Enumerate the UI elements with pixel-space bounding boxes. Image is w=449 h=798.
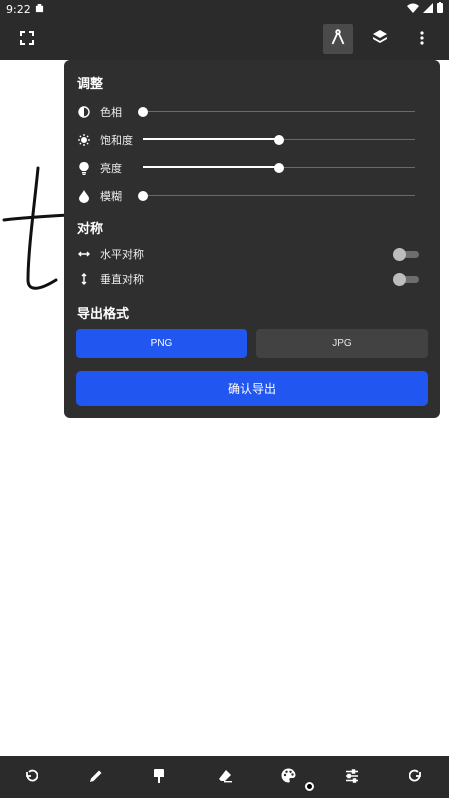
blur-icon: [77, 189, 91, 203]
status-time: 9:22: [6, 2, 31, 16]
slider-row-hue: 色相: [77, 103, 427, 121]
slider-track: [143, 195, 415, 196]
bottom-toolbar: [0, 756, 449, 798]
contrast-icon: [77, 105, 91, 119]
top-app-bar: [0, 18, 449, 60]
symmetry-label: 垂直对称: [100, 273, 144, 286]
eraser-tool-button[interactable]: [215, 767, 235, 787]
brightness-icon: [77, 161, 91, 175]
blur-slider[interactable]: [138, 187, 415, 205]
slider-track: [143, 111, 415, 112]
adjust-settings-button[interactable]: [342, 767, 362, 787]
slider-fill: [143, 138, 279, 140]
confirm-export-button[interactable]: 确认导出: [76, 371, 428, 406]
notification-icon: [35, 3, 44, 16]
slider-thumb[interactable]: [138, 191, 148, 201]
pen-tool-button[interactable]: [86, 767, 106, 787]
signal-icon: [423, 2, 433, 16]
format-jpg-button[interactable]: JPG: [256, 329, 428, 358]
slider-row-blur: 模糊: [77, 187, 427, 205]
horizontal-arrows-icon: [77, 247, 91, 261]
pen-icon: [89, 768, 103, 787]
adjust-section-title: 调整: [77, 77, 104, 92]
wifi-icon: [407, 3, 419, 16]
undo-button[interactable]: [21, 767, 41, 787]
more-vert-icon: [420, 30, 424, 49]
brightness-slider[interactable]: [143, 159, 415, 177]
layers-button[interactable]: [365, 24, 395, 54]
toggle-knob: [393, 248, 406, 261]
status-icons: [407, 2, 443, 16]
slider-thumb[interactable]: [274, 135, 284, 145]
format-png-button[interactable]: PNG: [76, 329, 247, 358]
fullscreen-button[interactable]: [12, 24, 42, 54]
slider-label: 饱和度: [100, 134, 133, 147]
battery-icon: [437, 2, 443, 16]
export-section-title: 导出格式: [77, 307, 130, 322]
adjust-panel: 调整 色相 饱和度 亮度 模糊 对称 水平对称 垂直对称 导出格式 PNG JP…: [64, 60, 440, 418]
more-options-button[interactable]: [407, 24, 437, 54]
vertical-arrows-icon: [77, 272, 91, 286]
redo-icon: [408, 768, 423, 787]
saturation-slider[interactable]: [143, 131, 415, 149]
slider-label: 亮度: [100, 162, 122, 175]
slider-row-brightness: 亮度: [77, 159, 427, 177]
hue-slider[interactable]: [138, 103, 415, 121]
compass-icon: [331, 29, 345, 49]
palette-icon: [281, 768, 296, 787]
saturation-icon: [77, 133, 91, 147]
compass-tool-button[interactable]: [323, 24, 353, 54]
toggle-knob: [393, 273, 406, 286]
layers-icon: [372, 29, 388, 49]
undo-icon: [24, 768, 39, 787]
symmetry-row-vertical: 垂直对称: [77, 270, 427, 288]
redo-button[interactable]: [406, 767, 426, 787]
horizontal-symmetry-toggle[interactable]: [393, 248, 419, 261]
brush-icon: [153, 768, 165, 787]
tune-icon: [345, 768, 359, 787]
slider-thumb[interactable]: [274, 163, 284, 173]
brush-tool-button[interactable]: [149, 767, 169, 787]
nav-indicator-dot: [305, 782, 314, 791]
slider-fill: [143, 166, 279, 168]
vertical-symmetry-toggle[interactable]: [393, 273, 419, 286]
fullscreen-icon: [20, 30, 34, 49]
status-bar: 9:22: [0, 0, 449, 18]
slider-label: 模糊: [100, 190, 122, 203]
color-palette-button[interactable]: [278, 767, 298, 787]
eraser-icon: [218, 768, 232, 787]
symmetry-section-title: 对称: [77, 222, 104, 237]
slider-thumb[interactable]: [138, 107, 148, 117]
slider-label: 色相: [100, 106, 122, 119]
symmetry-label: 水平对称: [100, 248, 144, 261]
symmetry-row-horizontal: 水平对称: [77, 245, 427, 263]
slider-row-saturation: 饱和度: [77, 131, 427, 149]
